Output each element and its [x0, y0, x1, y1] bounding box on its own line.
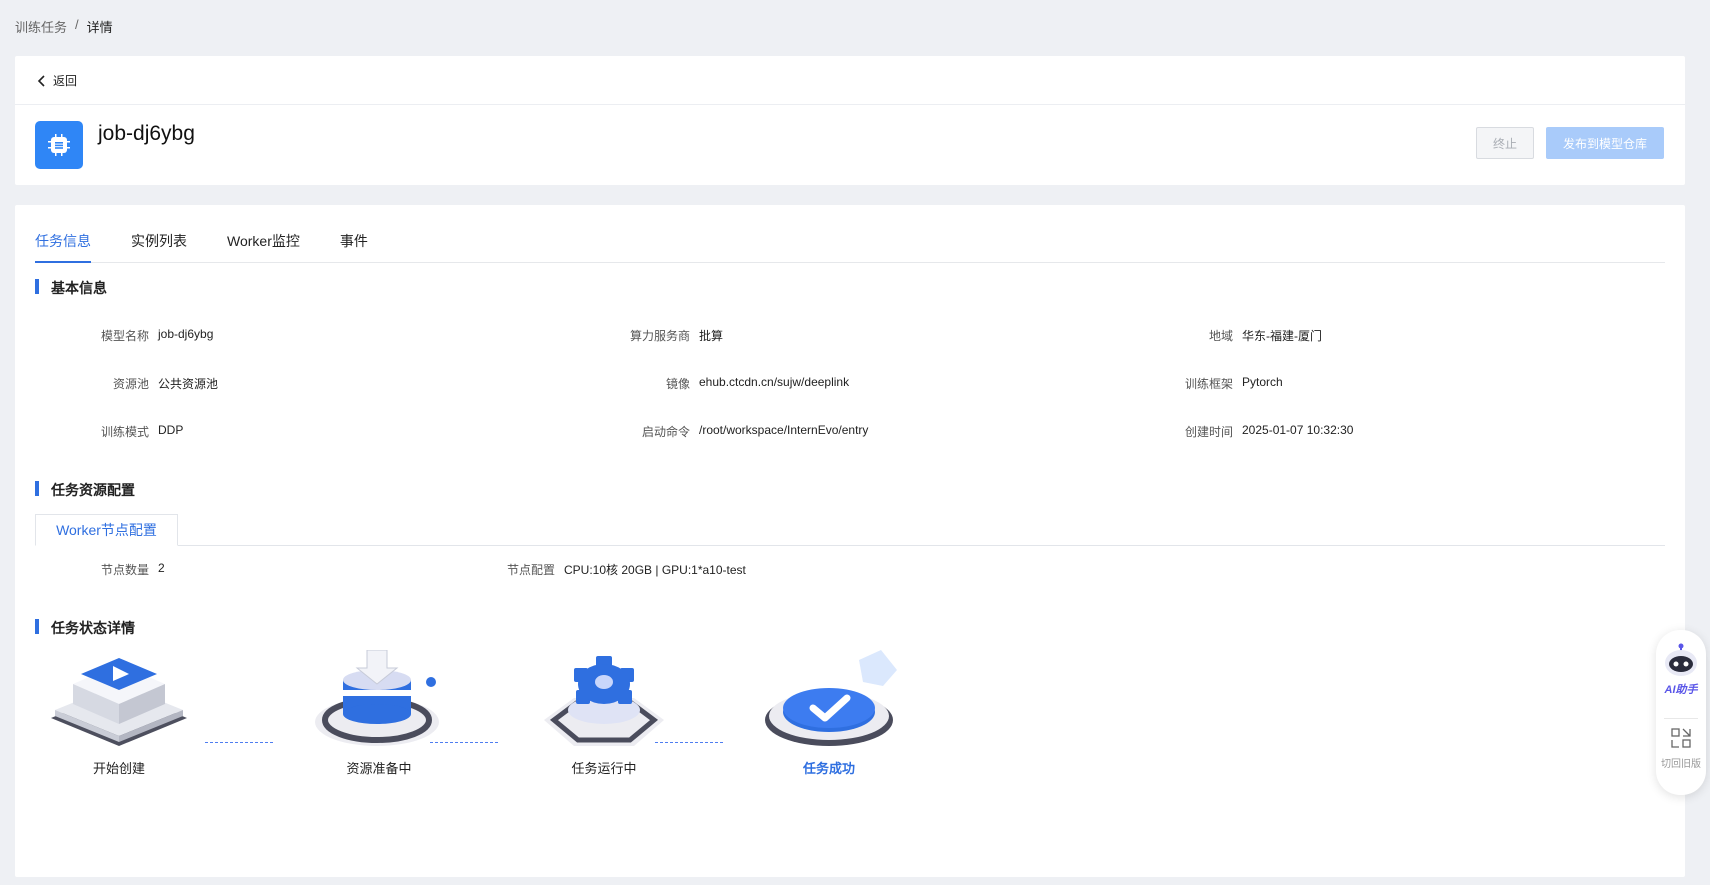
step-connector [655, 742, 723, 743]
field-value: 2025-01-07 10:32:30 [1242, 423, 1354, 437]
switch-old-version-label: 切回旧版 [1661, 759, 1701, 770]
job-detail-card: 任务信息 实例列表 Worker监控 事件 基本信息 模型名称 job-dj6y… [15, 205, 1685, 877]
robot-icon [1665, 643, 1697, 676]
field-value: DDP [158, 423, 184, 437]
create-box-icon [51, 658, 187, 746]
field-value: Pytorch [1242, 375, 1283, 389]
publish-to-model-repo-button[interactable]: 发布到模型仓库 [1546, 127, 1664, 159]
field-label: 地域 [1208, 329, 1233, 343]
job-header-card: 返回 job-dj6ybg 终止 发布到模型仓库 [15, 56, 1685, 185]
divider [1664, 718, 1698, 719]
field-label: 创建时间 [1184, 425, 1233, 439]
section-title-basic: 基本信息 [35, 278, 107, 298]
field-label: 训练框架 [1184, 377, 1233, 391]
step-connector [205, 742, 273, 743]
breadcrumb-parent[interactable]: 训练任务 [15, 17, 67, 36]
field-label: 镜像 [665, 377, 690, 391]
field-node-count: 节点数量 2 [55, 561, 165, 578]
field-framework: 训练框架 Pytorch [1055, 375, 1283, 392]
breadcrumb-separator: / [75, 17, 79, 32]
field-value: 批算 [699, 329, 724, 343]
field-value: CPU:10核 20GB | GPU:1*a10-test [564, 563, 746, 577]
step-label: 开始创建 [92, 761, 145, 776]
tab-worker-monitor[interactable]: Worker监控 [227, 231, 300, 263]
field-value: ehub.ctcdn.cn/sujw/deeplink [699, 375, 850, 389]
tab-instance-list[interactable]: 实例列表 [131, 231, 187, 263]
field-value: 公共资源池 [158, 377, 219, 391]
section-title-status: 任务状态详情 [35, 618, 135, 638]
field-label: 启动命令 [641, 425, 690, 439]
field-start-command: 启动命令 /root/workspace/InternEvo/entry [555, 423, 868, 440]
field-label: 资源池 [112, 377, 149, 391]
chevron-left-icon [37, 74, 45, 87]
field-training-mode: 训练模式 DDP [55, 423, 183, 440]
tab-task-info[interactable]: 任务信息 [35, 231, 91, 263]
field-label: 算力服务商 [629, 329, 690, 343]
field-label: 训练模式 [100, 425, 149, 439]
field-label: 节点配置 [506, 563, 555, 577]
field-value: 2 [158, 561, 165, 575]
field-label: 模型名称 [100, 329, 149, 343]
field-created-time: 创建时间 2025-01-07 10:32:30 [1055, 423, 1353, 440]
field-value: job-dj6ybg [158, 327, 214, 341]
status-step-running: 任务运行中 [529, 650, 679, 777]
section-title-resource: 任务资源配置 [35, 480, 135, 500]
stop-button[interactable]: 终止 [1476, 127, 1534, 159]
step-label: 任务运行中 [571, 761, 637, 776]
switch-old-version-button[interactable]: 切回旧版 [1656, 728, 1706, 770]
field-image: 镜像 ehub.ctcdn.cn/sujw/deeplink [555, 375, 849, 392]
database-download-icon [315, 650, 439, 746]
ai-assistant-button[interactable]: AI助手 [1656, 642, 1706, 697]
job-title: job-dj6ybg [98, 122, 195, 145]
step-connector [430, 742, 498, 743]
field-model-name: 模型名称 job-dj6ybg [55, 327, 213, 344]
field-region: 地域 华东-福建-厦门 [1055, 327, 1322, 344]
tab-bar: 任务信息 实例列表 Worker监控 事件 [35, 231, 1665, 263]
back-button[interactable]: 返回 [37, 72, 77, 89]
divider [15, 104, 1685, 105]
tab-worker-node-config[interactable]: Worker节点配置 [35, 514, 178, 546]
field-value: 华东-福建-厦门 [1242, 329, 1322, 343]
gear-icon [544, 656, 664, 746]
field-node-config: 节点配置 CPU:10核 20GB | GPU:1*a10-test [465, 561, 746, 578]
breadcrumb-current: 详情 [86, 20, 113, 35]
status-step-resource-prep: 资源准备中 [304, 650, 454, 777]
back-label: 返回 [53, 74, 78, 88]
success-check-icon [765, 650, 897, 746]
chip-icon [35, 121, 83, 169]
breadcrumb: 训练任务 / 详情 [15, 17, 113, 36]
step-label: 资源准备中 [346, 761, 412, 776]
floating-assistant-panel: AI助手 切回旧版 [1656, 630, 1706, 795]
tab-events[interactable]: 事件 [340, 231, 368, 263]
field-compute-provider: 算力服务商 批算 [555, 327, 723, 344]
status-step-success: 任务成功 [754, 650, 904, 777]
field-label: 节点数量 [100, 563, 149, 577]
field-value: /root/workspace/InternEvo/entry [699, 423, 869, 437]
field-resource-pool: 资源池 公共资源池 [55, 375, 218, 392]
step-label: 任务成功 [802, 761, 855, 776]
switch-layout-icon [1671, 728, 1691, 748]
divider [35, 545, 1665, 546]
status-step-create: 开始创建 [44, 650, 194, 777]
ai-assistant-label: AI助手 [1664, 684, 1698, 696]
